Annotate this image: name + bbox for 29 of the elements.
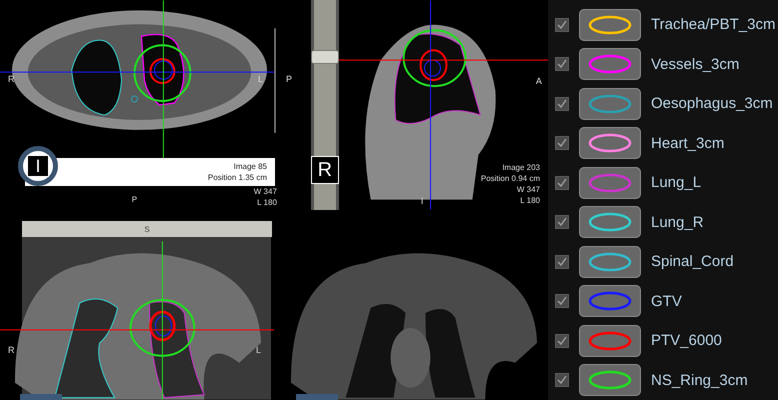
structure-name: Lung_R bbox=[651, 214, 704, 231]
structure-name: Heart_3cm bbox=[651, 134, 724, 152]
orientation-label: L bbox=[258, 74, 264, 84]
structure-name: NS_Ring_3cm bbox=[651, 372, 748, 389]
image-info: L 180 bbox=[520, 195, 540, 206]
orientation-label: R bbox=[8, 345, 14, 355]
orientation-button[interactable]: I bbox=[18, 146, 58, 186]
orientation-button[interactable]: R bbox=[310, 156, 339, 184]
structure-name: Trachea/PBT_3cm bbox=[651, 16, 776, 34]
image-info: W 347 bbox=[516, 184, 540, 195]
image-info: Position 1.35 cm bbox=[208, 172, 267, 183]
orientation-label: L bbox=[256, 345, 262, 355]
image-info: Image 85 bbox=[234, 161, 267, 172]
structure-name: Spinal_Cord bbox=[651, 253, 734, 270]
image-info: Position 0.94 cm bbox=[480, 173, 540, 184]
orientation-label: I bbox=[420, 196, 424, 206]
orientation-label: R bbox=[8, 74, 14, 84]
orientation-label: P bbox=[286, 74, 292, 84]
image-info: Image 203 bbox=[502, 162, 540, 173]
structure-name: GTV bbox=[651, 292, 682, 310]
structure-name: Oesophagus_3cm bbox=[651, 95, 773, 112]
orientation-label: P bbox=[132, 194, 138, 205]
orientation-label: A bbox=[536, 76, 542, 86]
window-level-info: W 347 bbox=[254, 186, 277, 197]
structure-name: PTV_6000 bbox=[651, 332, 722, 350]
structure-name: Lung_L bbox=[651, 174, 702, 192]
orientation-label: S bbox=[144, 224, 150, 234]
structure-name: Vessels_3cm bbox=[651, 56, 740, 73]
window-level-info: L 180 bbox=[257, 197, 277, 208]
